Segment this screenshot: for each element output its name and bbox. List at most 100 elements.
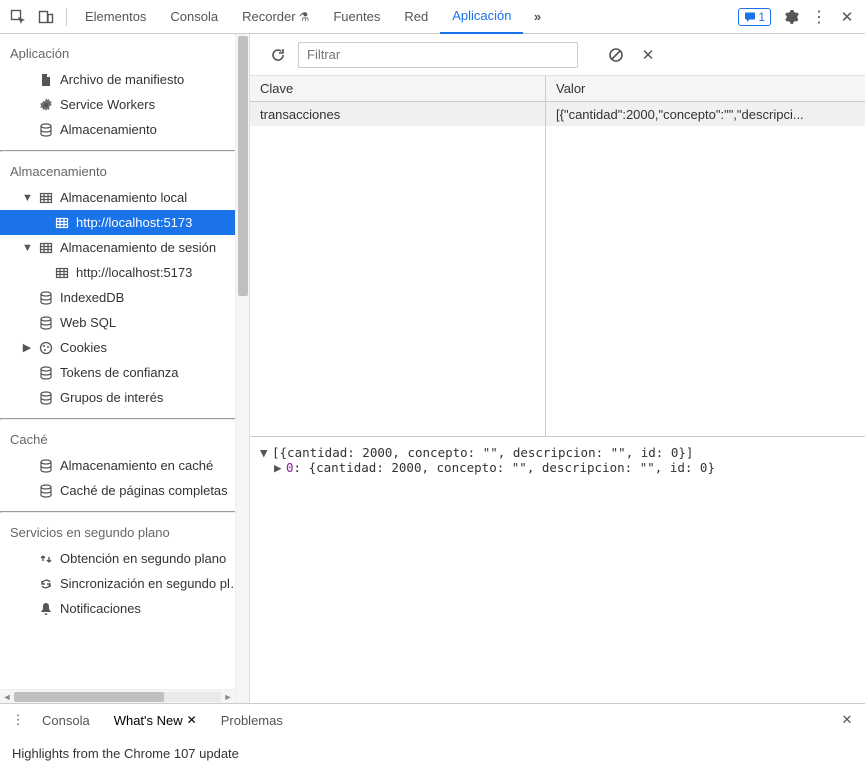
scroll-right-icon[interactable]: ► xyxy=(221,690,235,704)
preview-line[interactable]: ▶0: {cantidad: 2000, concepto: "", descr… xyxy=(260,460,855,475)
delete-icon[interactable]: ✕ xyxy=(636,43,660,67)
label: Tokens de confianza xyxy=(60,365,249,380)
devtools-tabbar: Elementos Consola Recorder ⚗ Fuentes Red… xyxy=(0,0,865,34)
section-storage: Almacenamiento xyxy=(0,152,249,185)
highlights-text: Highlights from the Chrome 107 update xyxy=(12,746,239,761)
tab-console[interactable]: Consola xyxy=(158,0,230,34)
label: Almacenamiento local xyxy=(60,190,249,205)
drawer: ⋮ Consola What's New ✕ Problemas ✕ Highl… xyxy=(0,703,865,773)
sidebar-item-sw[interactable]: ▶ Service Workers xyxy=(0,92,249,117)
tab-label: Recorder xyxy=(242,9,295,24)
sidebar-item-interest-groups[interactable]: ▶ Grupos de interés xyxy=(0,385,249,410)
tab-elements[interactable]: Elementos xyxy=(73,0,158,34)
sidebar-item-local-storage[interactable]: ▼ Almacenamiento local xyxy=(0,185,249,210)
cell-key: transacciones xyxy=(250,102,546,126)
storage-icon xyxy=(38,390,54,406)
preview-text: : {cantidad: 2000, concepto: "", descrip… xyxy=(294,460,715,475)
chevron-down-icon[interactable]: ▼ xyxy=(22,242,32,254)
table-icon xyxy=(54,265,70,281)
cell-value: [{"cantidad":2000,"concepto":"","descrip… xyxy=(546,102,865,126)
label: http://localhost:5173 xyxy=(76,265,249,280)
filter-input[interactable] xyxy=(298,42,578,68)
tab-label: Consola xyxy=(42,713,90,728)
drawer-tab-problems[interactable]: Problemas xyxy=(211,713,293,728)
device-toolbar-icon[interactable] xyxy=(32,3,60,31)
sidebar-item-local-origin[interactable]: http://localhost:5173 xyxy=(0,210,249,235)
chevron-right-icon[interactable]: ▶ xyxy=(274,460,286,475)
sidebar-item-trust-tokens[interactable]: ▶ Tokens de confianza xyxy=(0,360,249,385)
issues-badge[interactable]: 1 xyxy=(738,8,771,26)
sidebar-item-bg-fetch[interactable]: ▶ Obtención en segundo plano xyxy=(0,546,249,571)
label: Archivo de manifiesto xyxy=(60,72,249,87)
chevron-right-icon[interactable]: ▶ xyxy=(22,341,32,354)
column-value[interactable]: Valor xyxy=(546,76,865,101)
label: Grupos de interés xyxy=(60,390,249,405)
sidebar-item-websql[interactable]: ▶ Web SQL xyxy=(0,310,249,335)
tab-label: What's New xyxy=(114,713,183,728)
document-icon xyxy=(38,72,54,88)
settings-icon[interactable] xyxy=(777,3,805,31)
column-key[interactable]: Clave xyxy=(250,76,546,101)
tab-network[interactable]: Red xyxy=(392,0,440,34)
clear-icon[interactable] xyxy=(604,43,628,67)
storage-icon xyxy=(38,315,54,331)
tab-label: Fuentes xyxy=(333,9,380,24)
close-drawer-icon[interactable]: ✕ xyxy=(837,712,857,728)
label: IndexedDB xyxy=(60,290,249,305)
chevron-down-icon[interactable]: ▼ xyxy=(22,192,32,204)
section-bg: Servicios en segundo plano xyxy=(0,513,249,546)
sidebar-item-indexeddb[interactable]: ▶ IndexedDB xyxy=(0,285,249,310)
sidebar-item-bg-sync[interactable]: ▶ Sincronización en segundo plano xyxy=(0,571,249,596)
preview-line[interactable]: ▼[{cantidad: 2000, concepto: "", descrip… xyxy=(260,445,855,460)
tab-label: Red xyxy=(404,9,428,24)
table-row[interactable]: transacciones [{"cantidad":2000,"concept… xyxy=(250,102,865,126)
tab-sources[interactable]: Fuentes xyxy=(321,0,392,34)
message-icon xyxy=(744,11,756,23)
table-icon xyxy=(38,240,54,256)
cookie-icon xyxy=(38,340,54,356)
scroll-left-icon[interactable]: ◄ xyxy=(0,690,14,704)
label: Cookies xyxy=(60,340,249,355)
tab-label: Elementos xyxy=(85,9,146,24)
tab-recorder[interactable]: Recorder ⚗ xyxy=(230,0,321,34)
gear-icon xyxy=(38,97,54,113)
sidebar-item-cache-pages[interactable]: ▶ Caché de páginas completas xyxy=(0,478,249,503)
bell-icon xyxy=(38,601,54,617)
table-blank-area xyxy=(250,126,865,436)
main-area: Aplicación ▶ Archivo de manifiesto ▶ Ser… xyxy=(0,34,865,703)
sidebar-item-cookies[interactable]: ▶ Cookies xyxy=(0,335,249,360)
sidebar-item-notifications[interactable]: ▶ Notificaciones xyxy=(0,596,249,621)
close-tab-icon[interactable]: ✕ xyxy=(187,713,197,727)
storage-icon xyxy=(38,483,54,499)
kebab-menu-icon[interactable]: ⋮ xyxy=(8,712,28,728)
kebab-menu-icon[interactable]: ⋮ xyxy=(805,3,833,31)
tab-label: Aplicación xyxy=(452,8,511,23)
badge-count: 1 xyxy=(758,10,765,24)
refresh-icon[interactable] xyxy=(266,43,290,67)
close-devtools-icon[interactable]: ✕ xyxy=(833,3,861,31)
storage-table-body: transacciones [{"cantidad":2000,"concept… xyxy=(250,102,865,436)
drawer-tab-whatsnew[interactable]: What's New ✕ xyxy=(104,713,207,728)
inspect-icon[interactable] xyxy=(4,3,32,31)
sidebar-item-cache-storage[interactable]: ▶ Almacenamiento en caché xyxy=(0,453,249,478)
chevron-down-icon[interactable]: ▼ xyxy=(260,445,272,460)
drawer-tab-console[interactable]: Consola xyxy=(32,713,100,728)
sidebar-item-manifest[interactable]: ▶ Archivo de manifiesto xyxy=(0,67,249,92)
storage-icon xyxy=(38,290,54,306)
section-application: Aplicación xyxy=(0,34,249,67)
storage-toolbar: ✕ xyxy=(250,34,865,76)
label: Web SQL xyxy=(60,315,249,330)
sidebar-item-session-storage[interactable]: ▼ Almacenamiento de sesión xyxy=(0,235,249,260)
sidebar-item-storage-top[interactable]: ▶ Almacenamiento xyxy=(0,117,249,142)
drawer-content: Highlights from the Chrome 107 update xyxy=(0,736,865,773)
label: http://localhost:5173 xyxy=(76,215,249,230)
label: Notificaciones xyxy=(60,601,249,616)
sidebar-horizontal-scrollbar[interactable]: ◄ ► xyxy=(0,689,235,703)
label: Service Workers xyxy=(60,97,249,112)
sidebar-item-session-origin[interactable]: http://localhost:5173 xyxy=(0,260,249,285)
storage-icon xyxy=(38,365,54,381)
tab-application[interactable]: Aplicación xyxy=(440,0,523,34)
table-icon xyxy=(38,190,54,206)
more-tabs-icon[interactable]: » xyxy=(523,3,551,31)
sidebar-vertical-scrollbar[interactable] xyxy=(235,34,249,703)
